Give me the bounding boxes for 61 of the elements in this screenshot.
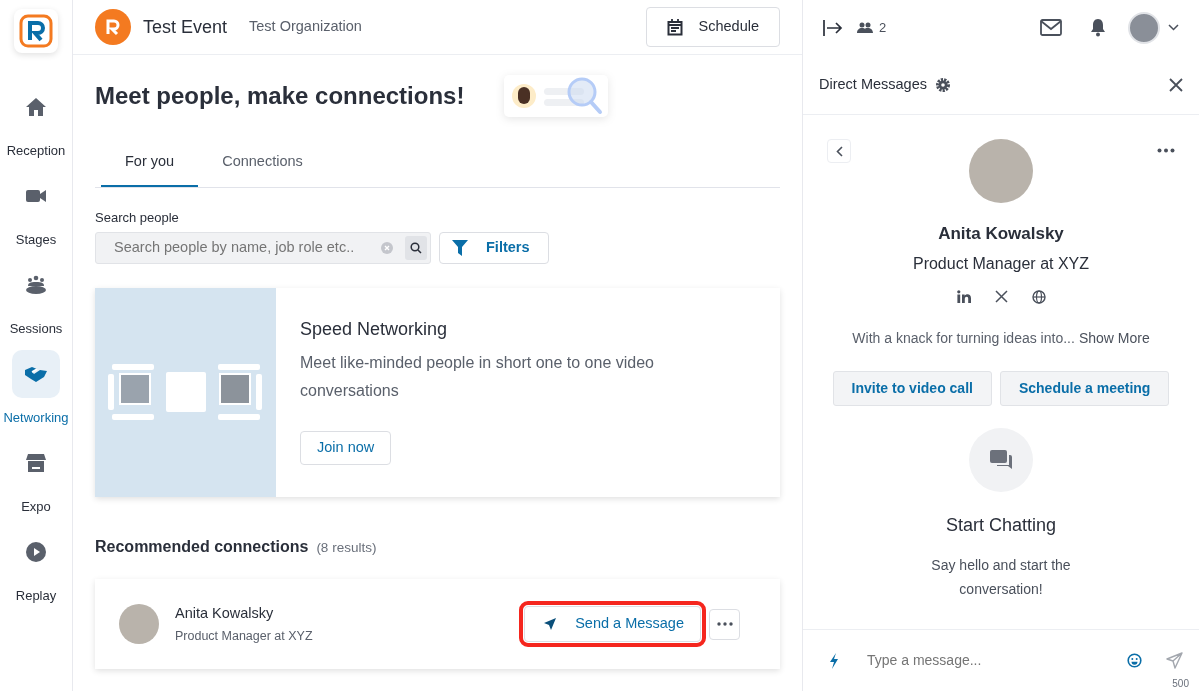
search-bar[interactable]: Search people by name, job role etc.. [95,232,431,265]
search-field[interactable]: Search people by name, job role etc.. [112,236,369,261]
person-name: Anita Kowalsky [175,604,275,623]
empty-state-title: Start Chatting [945,513,1057,537]
profile-bio: With a knack for turning ideas into... [852,328,1075,348]
results-count: (8 results) [316,539,377,558]
lightning-icon[interactable] [829,652,839,669]
sidebar-item[interactable]: Stages [0,166,73,255]
emoji-icon[interactable] [1127,653,1142,668]
collapse-panel-icon[interactable] [823,19,843,36]
section-title: Recommended connections [95,537,309,558]
more-options-button[interactable] [709,608,740,640]
schedule-button[interactable]: Schedule [645,7,780,47]
chevron-left-icon [835,145,843,157]
search-button[interactable] [405,236,427,261]
character-limit: 500 [1172,677,1189,691]
person-role: Product Manager at XYZ [175,627,313,645]
people-icon [857,21,873,34]
settings-icon[interactable] [935,76,951,93]
back-button[interactable] [827,139,851,163]
event-title: Test Event [143,15,228,39]
linkedin-icon[interactable] [956,290,971,303]
profile-role: Product Manager at XYZ [912,253,1090,274]
tab[interactable]: Connections [198,139,327,187]
panel-title: Direct Messages [819,74,927,94]
profile-name: Anita Kowalsky [938,223,1064,245]
sidebar-item[interactable]: Networking [0,344,73,433]
profile-action-button[interactable]: Schedule a meeting [999,370,1170,406]
attendee-count: 2 [879,18,887,37]
nav-icon [24,539,48,564]
card-description: Meet like-minded people in short one to one video conversations [300,353,655,402]
filters-button[interactable]: Filters [439,232,549,265]
notification-bell-icon[interactable] [1090,18,1106,37]
organization-name: Test Organization [249,17,362,37]
card-title: Speed Networking [300,318,449,342]
caret-icon[interactable] [1168,24,1179,31]
mail-icon[interactable] [1040,19,1062,36]
page-heading: Meet people, make connections! [95,81,465,111]
sidebar-item[interactable]: Reception [0,77,73,166]
more-options-icon[interactable] [1157,148,1175,153]
more-options-icon [716,622,733,627]
calendar-icon [666,18,683,36]
profile-action-button[interactable]: Invite to video call [832,370,992,406]
x-icon[interactable] [994,290,1008,303]
search-icon [410,242,422,255]
join-now-button[interactable]: Join now [300,431,392,465]
sidebar-item[interactable]: Expo [0,433,73,522]
close-icon[interactable] [1169,77,1183,92]
search-label: Search people [95,208,180,227]
globe-icon[interactable] [1031,289,1046,304]
user-avatar[interactable] [1128,11,1160,44]
show-more-link[interactable]: Show More [1078,327,1150,349]
event-logo [95,9,131,45]
filter-icon [452,240,468,257]
app-logo [14,9,58,53]
tab[interactable]: For you [101,139,199,187]
empty-state-text: Say hello and start the conversation! [930,555,1072,599]
send-icon [543,617,558,632]
sidebar-item[interactable]: Replay [0,522,73,611]
sidebar-item[interactable]: Sessions [0,255,73,344]
person-avatar [119,604,159,645]
